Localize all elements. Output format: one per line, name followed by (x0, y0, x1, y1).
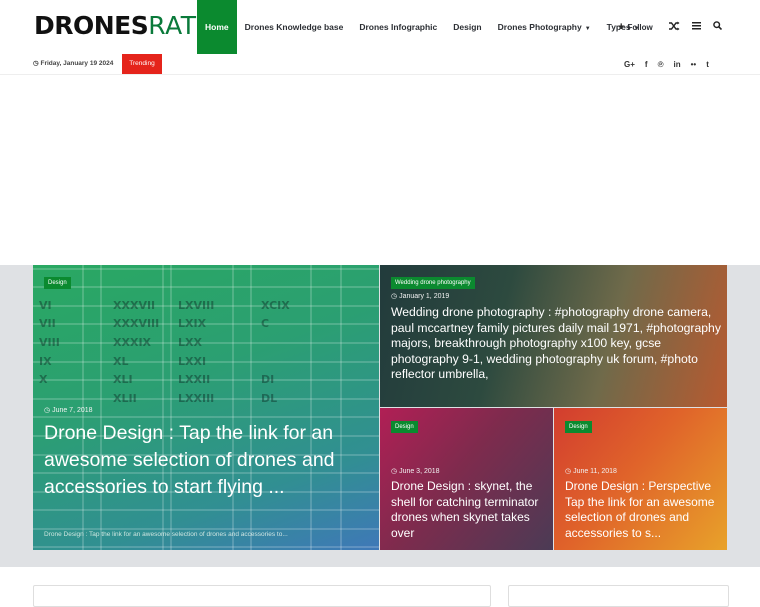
top-bar: ◷ Friday, January 19 2024 Trending G+ f … (0, 54, 760, 75)
main-nav: Home Drones Knowledge base Drones Infogr… (197, 0, 648, 54)
header-actions: + Follow (618, 0, 734, 54)
category-badge[interactable]: Wedding drone photography (391, 277, 475, 289)
sidebar-card (508, 585, 729, 607)
nav-item-infographic[interactable]: Drones Infographic (351, 0, 445, 54)
date-text: June 11, 2018 (573, 468, 617, 475)
nav-label: Drones Infographic (359, 22, 438, 32)
nav-item-knowledge-base[interactable]: Drones Knowledge base (237, 0, 352, 54)
follow-label: Follow (627, 22, 653, 32)
svg-text:XXXVII: XXXVII (113, 299, 155, 312)
content-card (33, 585, 491, 607)
svg-text:XL: XL (113, 355, 129, 368)
featured-post-4[interactable]: Design ◷ June 11, 2018 Drone Design : Pe… (554, 408, 727, 550)
svg-text:LXIX: LXIX (178, 317, 207, 330)
nav-item-design[interactable]: Design (445, 0, 489, 54)
plus-icon: + (618, 21, 625, 33)
clock-icon: ◷ (44, 407, 51, 414)
svg-text:IX: IX (39, 355, 52, 368)
svg-text:DL: DL (261, 392, 277, 405)
svg-text:VI: VI (39, 299, 52, 312)
post-date: ◷ June 3, 2018 (391, 467, 440, 475)
post-date: ◷ June 11, 2018 (565, 467, 617, 475)
site-header: DRONESRATE Home Drones Knowledge base Dr… (0, 0, 760, 55)
trending-button[interactable]: Trending (122, 54, 162, 74)
clock-icon: ◷ (33, 60, 39, 67)
post-title[interactable]: Drone Design : skynet, the shell for cat… (391, 479, 547, 541)
clock-icon: ◷ (391, 468, 398, 475)
flickr-icon[interactable]: •• (691, 60, 697, 69)
nav-label: Drones Photography (497, 22, 582, 32)
date-text: June 7, 2018 (52, 407, 93, 414)
logo-bold-text: DRONES (34, 11, 149, 40)
shuffle-icon[interactable] (668, 21, 680, 34)
svg-text:XLI: XLI (113, 373, 133, 386)
svg-text:LXXIII: LXXIII (178, 392, 214, 405)
tumblr-icon[interactable]: t (706, 60, 709, 69)
ad-space (0, 75, 760, 265)
menu-icon[interactable] (691, 21, 701, 33)
svg-text:XLII: XLII (113, 392, 137, 405)
nav-label: Drones Knowledge base (244, 22, 344, 32)
facebook-icon[interactable]: f (645, 60, 648, 69)
date-text: June 3, 2018 (399, 468, 440, 475)
date-text: Friday, January 19 2024 (40, 60, 114, 67)
nav-label: Design (453, 22, 482, 32)
date-text: January 1, 2019 (399, 293, 450, 300)
clock-icon: ◷ (391, 293, 398, 300)
svg-text:LXXII: LXXII (178, 373, 210, 386)
svg-text:XCIX: XCIX (261, 299, 290, 312)
post-date: ◷ June 7, 2018 (44, 406, 93, 414)
google-plus-icon[interactable]: G+ (624, 60, 635, 69)
follow-button[interactable]: + Follow (618, 21, 653, 33)
nav-item-photography[interactable]: Drones Photography ▼ (490, 0, 599, 54)
nav-label: Home (205, 22, 229, 32)
svg-text:XXXVIII: XXXVIII (113, 317, 159, 330)
caret-down-icon: ▼ (584, 26, 591, 32)
post-date: ◷ January 1, 2019 (391, 292, 449, 300)
post-title[interactable]: Drone Design : Tap the link for an aweso… (44, 420, 364, 501)
post-excerpt: Drone Design : Tap the link for an aweso… (44, 531, 288, 538)
current-date: ◷ Friday, January 19 2024 (33, 54, 113, 74)
linkedin-icon[interactable]: in (673, 60, 680, 69)
svg-text:LXX: LXX (178, 336, 202, 349)
svg-text:LXVIII: LXVIII (178, 299, 214, 312)
featured-post-2[interactable]: Wedding drone photography ◷ January 1, 2… (380, 265, 727, 407)
social-links: G+ f ℗ in •• t (624, 54, 719, 74)
search-icon[interactable] (712, 21, 722, 33)
svg-text:LXXI: LXXI (178, 355, 206, 368)
post-title[interactable]: Wedding drone photography : #photography… (391, 305, 721, 383)
svg-text:VIII: VIII (39, 336, 60, 349)
featured-post-main[interactable]: VI XXXVII LXVIII XCIX VII XXXVIII LXIX C VIII X… (33, 265, 379, 550)
clock-icon: ◷ (565, 468, 572, 475)
svg-text:XXXIX: XXXIX (113, 336, 152, 349)
category-badge[interactable]: Design (565, 421, 592, 433)
svg-text:C: C (261, 317, 269, 330)
category-badge[interactable]: Design (391, 421, 418, 433)
site-logo[interactable]: DRONESRATE (34, 12, 213, 40)
svg-text:X: X (39, 373, 48, 386)
featured-post-3[interactable]: Design ◷ June 3, 2018 Drone Design : sky… (380, 408, 553, 550)
post-title[interactable]: Drone Design : Perspective Tap the link … (565, 479, 721, 541)
pinterest-icon[interactable]: ℗ (658, 60, 664, 69)
svg-text:DI: DI (261, 373, 274, 386)
nav-item-home[interactable]: Home (197, 0, 237, 54)
category-badge[interactable]: Design (44, 277, 71, 289)
svg-text:VII: VII (39, 317, 56, 330)
